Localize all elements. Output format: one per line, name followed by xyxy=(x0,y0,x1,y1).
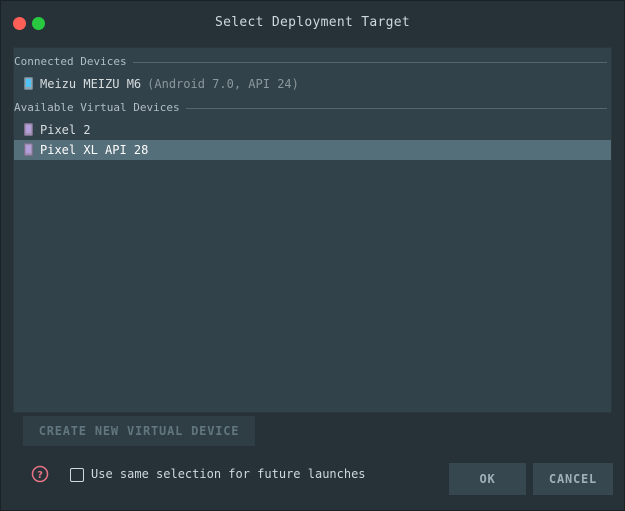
device-row-pixel-xl-api-28[interactable]: Pixel XL API 28 xyxy=(14,140,611,160)
device-list[interactable]: Connected Devices Meizu MEIZU M6 (Android… xyxy=(13,47,612,413)
deployment-target-dialog: Select Deployment Target Connected Devic… xyxy=(0,0,625,511)
same-selection-checkbox[interactable] xyxy=(70,468,84,482)
title-bar: Select Deployment Target xyxy=(1,1,624,45)
connected-devices-header: Connected Devices xyxy=(14,54,611,70)
phone-icon xyxy=(24,77,33,90)
emulator-phone-icon xyxy=(24,143,33,156)
create-virtual-device-button[interactable]: CREATE NEW VIRTUAL DEVICE xyxy=(23,416,255,446)
same-selection-label[interactable]: Use same selection for future launches xyxy=(91,465,366,483)
cancel-button[interactable]: CANCEL xyxy=(533,463,613,495)
ok-button[interactable]: OK xyxy=(449,463,526,495)
device-name: Pixel XL API 28 xyxy=(40,143,149,157)
virtual-devices-header: Available Virtual Devices xyxy=(14,100,611,116)
virtual-devices-label: Available Virtual Devices xyxy=(14,100,186,116)
dialog-title: Select Deployment Target xyxy=(214,15,411,30)
device-row-meizu-m6[interactable]: Meizu MEIZU M6 (Android 7.0, API 24) xyxy=(14,74,611,94)
help-icon[interactable]: ? xyxy=(31,465,49,483)
emulator-phone-icon xyxy=(24,123,33,136)
device-name: Meizu MEIZU M6 xyxy=(40,77,142,91)
device-name: Pixel 2 xyxy=(40,123,91,137)
connected-devices-label: Connected Devices xyxy=(14,54,133,70)
device-row-pixel-2[interactable]: Pixel 2 xyxy=(14,120,611,140)
device-detail: (Android 7.0, API 24) xyxy=(147,77,299,91)
svg-text:?: ? xyxy=(37,470,43,481)
